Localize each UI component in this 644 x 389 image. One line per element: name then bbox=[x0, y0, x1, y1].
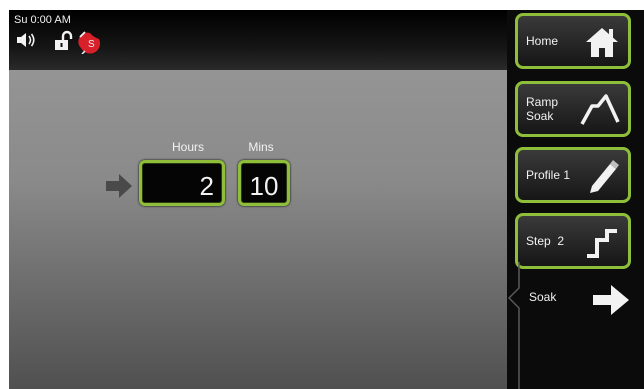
alarm-icon[interactable]: S bbox=[77, 28, 103, 59]
mins-input[interactable]: 10 bbox=[238, 160, 290, 206]
home-button[interactable]: Home bbox=[515, 13, 631, 69]
hours-input[interactable]: 2 bbox=[139, 160, 225, 206]
soak-item[interactable]: Soak bbox=[507, 262, 644, 389]
mins-label: Mins bbox=[248, 140, 274, 154]
step-button-label: Step 2 bbox=[526, 234, 565, 248]
home-button-label: Home bbox=[526, 34, 559, 48]
clock-display: Su 0:00 AM bbox=[14, 14, 71, 26]
speaker-icon[interactable] bbox=[15, 30, 37, 55]
status-bar: Su 0:00 AM S bbox=[9, 10, 507, 70]
sidebar-nav: Home Ramp Soak Profile 1 Step 2 Soak bbox=[507, 10, 644, 389]
ramp-soak-label-line2: Soak bbox=[526, 109, 554, 123]
ramp-soak-button[interactable]: Ramp Soak bbox=[515, 81, 631, 137]
profile-button-label: Profile 1 bbox=[526, 168, 571, 182]
arrow-right-icon bbox=[593, 285, 629, 315]
soak-pointer-frame bbox=[507, 262, 520, 389]
profile-button[interactable]: Profile 1 bbox=[515, 147, 631, 203]
soak-label: Soak bbox=[529, 290, 557, 304]
home-icon bbox=[586, 28, 618, 57]
pencil-icon bbox=[590, 160, 619, 193]
unlock-icon[interactable] bbox=[53, 30, 75, 57]
main-panel: Su 0:00 AM S Hours Mins 2 10 bbox=[9, 10, 507, 389]
step-button[interactable]: Step 2 bbox=[515, 213, 631, 269]
current-field-arrow-icon bbox=[106, 174, 132, 203]
ramp-soak-label: Ramp Soak bbox=[526, 84, 558, 134]
step-icon bbox=[587, 229, 617, 258]
ramp-soak-label-line1: Ramp bbox=[526, 95, 559, 109]
hours-label: Hours bbox=[171, 140, 204, 154]
svg-text:S: S bbox=[88, 39, 95, 50]
ramp-soak-icon bbox=[580, 94, 620, 125]
device-screen: Su 0:00 AM S Hours Mins 2 10 Home Ramp S… bbox=[9, 10, 644, 389]
